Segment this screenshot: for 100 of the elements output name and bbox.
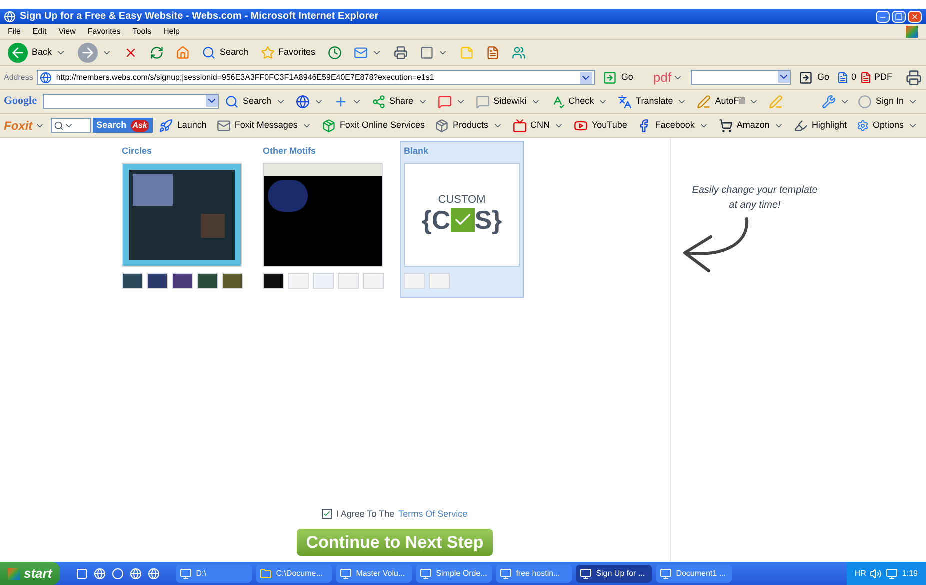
google-search-field[interactable] xyxy=(43,94,219,109)
clock-icon xyxy=(328,46,342,60)
tv-icon xyxy=(512,118,526,132)
window-icon xyxy=(500,568,512,580)
toolbar-button[interactable]: Foxit Online Services xyxy=(318,116,429,134)
monitor-icon[interactable] xyxy=(886,568,898,580)
toolbar-button[interactable]: CNN xyxy=(508,116,568,134)
thumbnail[interactable] xyxy=(222,272,243,288)
taskbar-button[interactable]: C:\Docume... xyxy=(256,564,332,582)
checkmark-icon xyxy=(323,510,332,518)
minimize-button[interactable] xyxy=(876,10,890,22)
dropdown-icon[interactable] xyxy=(206,95,218,107)
terms-link[interactable]: Terms Of Service xyxy=(398,508,468,521)
template-name: Blank xyxy=(404,145,430,158)
dropdown-icon[interactable] xyxy=(580,72,592,84)
video-icon xyxy=(574,118,588,132)
ask-badge: Ask xyxy=(130,120,150,132)
thumbnail[interactable] xyxy=(363,272,384,288)
people-icon xyxy=(512,46,526,60)
quick-launch-icon[interactable] xyxy=(130,568,142,580)
window-icon xyxy=(340,568,352,580)
template-preview[interactable] xyxy=(263,162,383,266)
toolbar-button[interactable]: Favorites xyxy=(256,44,320,62)
gear-icon xyxy=(856,120,869,132)
search-button[interactable]: Search Ask xyxy=(92,118,154,133)
toolbar-button[interactable]: Check xyxy=(546,92,612,110)
start-button[interactable]: start xyxy=(0,562,60,585)
template-card[interactable]: Blank CUSTOM {C S} xyxy=(400,141,524,298)
toolbar-button[interactable]: Search xyxy=(198,44,253,62)
quick-launch-icon[interactable] xyxy=(112,568,124,580)
thumbnail[interactable] xyxy=(263,272,284,288)
toolbar-button[interactable]: YouTube xyxy=(570,116,632,134)
toolbar-button[interactable]: Highlight xyxy=(790,116,851,134)
toolbar-button[interactable]: Sign In xyxy=(854,92,922,110)
restore-button[interactable] xyxy=(892,10,906,22)
taskbar-button[interactable]: Simple Orde... xyxy=(416,564,492,582)
menu-item[interactable]: Edit xyxy=(32,26,47,38)
menu-item[interactable]: Help xyxy=(163,26,180,38)
note-icon xyxy=(460,46,474,60)
quick-launch-icon[interactable] xyxy=(76,568,88,580)
quick-launch-icon[interactable] xyxy=(94,568,106,580)
thumbnail[interactable] xyxy=(429,272,450,288)
menu-item[interactable]: View xyxy=(58,26,76,38)
template-preview[interactable] xyxy=(122,162,242,266)
thumbnail[interactable] xyxy=(147,272,168,288)
menu-item[interactable]: Favorites xyxy=(88,26,121,38)
toolbar-button[interactable]: Facebook xyxy=(633,116,713,134)
google-logo: Google xyxy=(4,94,37,110)
language-indicator[interactable]: HR xyxy=(854,568,866,580)
toolbar-button[interactable]: Search xyxy=(221,92,290,110)
toolbar-button[interactable]: Translate xyxy=(614,92,692,110)
refresh-icon xyxy=(150,46,164,60)
toolbar-button[interactable]: AutoFill xyxy=(693,92,764,110)
message-icon xyxy=(216,118,231,132)
pdf-button[interactable]: PDF xyxy=(860,70,892,84)
highlighter-icon xyxy=(794,118,808,132)
go-button[interactable]: Go xyxy=(795,70,834,84)
window-icon xyxy=(180,568,192,580)
toolbar-button[interactable]: Back xyxy=(4,40,70,64)
counter-button[interactable]: 0 xyxy=(837,70,856,84)
toolbar-button[interactable]: Foxit Messages xyxy=(212,116,316,134)
menu-item[interactable]: Tools xyxy=(132,26,152,38)
address-field[interactable]: http://members.webs.com/s/signup;jsessionid=956E3A3FF0FC3F1A8946E59E40E7E878?execution=e1s1 xyxy=(37,70,596,85)
toolbar-button[interactable]: Sidewiki xyxy=(472,92,545,110)
taskbar-button[interactable]: D:\ xyxy=(176,564,252,582)
home-icon xyxy=(176,46,190,60)
toolbar-button[interactable]: Share xyxy=(368,92,432,110)
close-button[interactable] xyxy=(908,10,922,22)
thumbnail[interactable] xyxy=(197,272,218,288)
thumbnail[interactable] xyxy=(338,272,359,288)
template-card[interactable]: Circles xyxy=(118,141,247,298)
thumbnail[interactable] xyxy=(122,272,143,288)
box-icon xyxy=(434,118,449,132)
template-card[interactable]: Other Motifs xyxy=(259,141,388,298)
foxit-search-field[interactable] xyxy=(50,118,91,133)
address-text: http://members.webs.com/s/signup;jsessionid=956E3A3FF0FC3F1A8946E59E40E7E878?execution=e1s1 xyxy=(56,72,434,84)
agree-checkbox[interactable] xyxy=(322,509,332,520)
toolbar-button[interactable]: Launch xyxy=(155,116,211,134)
pdf-search-field[interactable] xyxy=(691,70,792,85)
cart-icon xyxy=(718,118,733,132)
options-button[interactable]: Options xyxy=(852,118,922,132)
template-name: Circles xyxy=(122,145,154,158)
toolbar-button[interactable]: Amazon xyxy=(714,116,788,134)
template-preview[interactable]: CUSTOM {C S} xyxy=(404,162,520,266)
thumbnail[interactable] xyxy=(172,272,193,288)
go-button[interactable]: Go xyxy=(599,70,638,84)
toolbar-button[interactable]: Products xyxy=(430,116,506,134)
speaker-icon[interactable] xyxy=(870,568,882,580)
taskbar-button[interactable]: Sign Up for ... xyxy=(576,564,652,582)
printer-icon[interactable] xyxy=(906,70,922,86)
quick-launch-icon[interactable] xyxy=(148,568,160,580)
taskbar-button[interactable]: Master Volu... xyxy=(336,564,412,582)
thumbnail[interactable] xyxy=(313,272,334,288)
dropdown-icon[interactable] xyxy=(778,71,790,83)
menu-item[interactable]: File xyxy=(8,26,21,38)
taskbar-button[interactable]: Document1 ... xyxy=(656,564,732,582)
logo-text: S} xyxy=(474,206,502,234)
thumbnail[interactable] xyxy=(404,272,425,288)
thumbnail[interactable] xyxy=(288,272,309,288)
taskbar-button[interactable]: free hostin... xyxy=(496,564,572,582)
